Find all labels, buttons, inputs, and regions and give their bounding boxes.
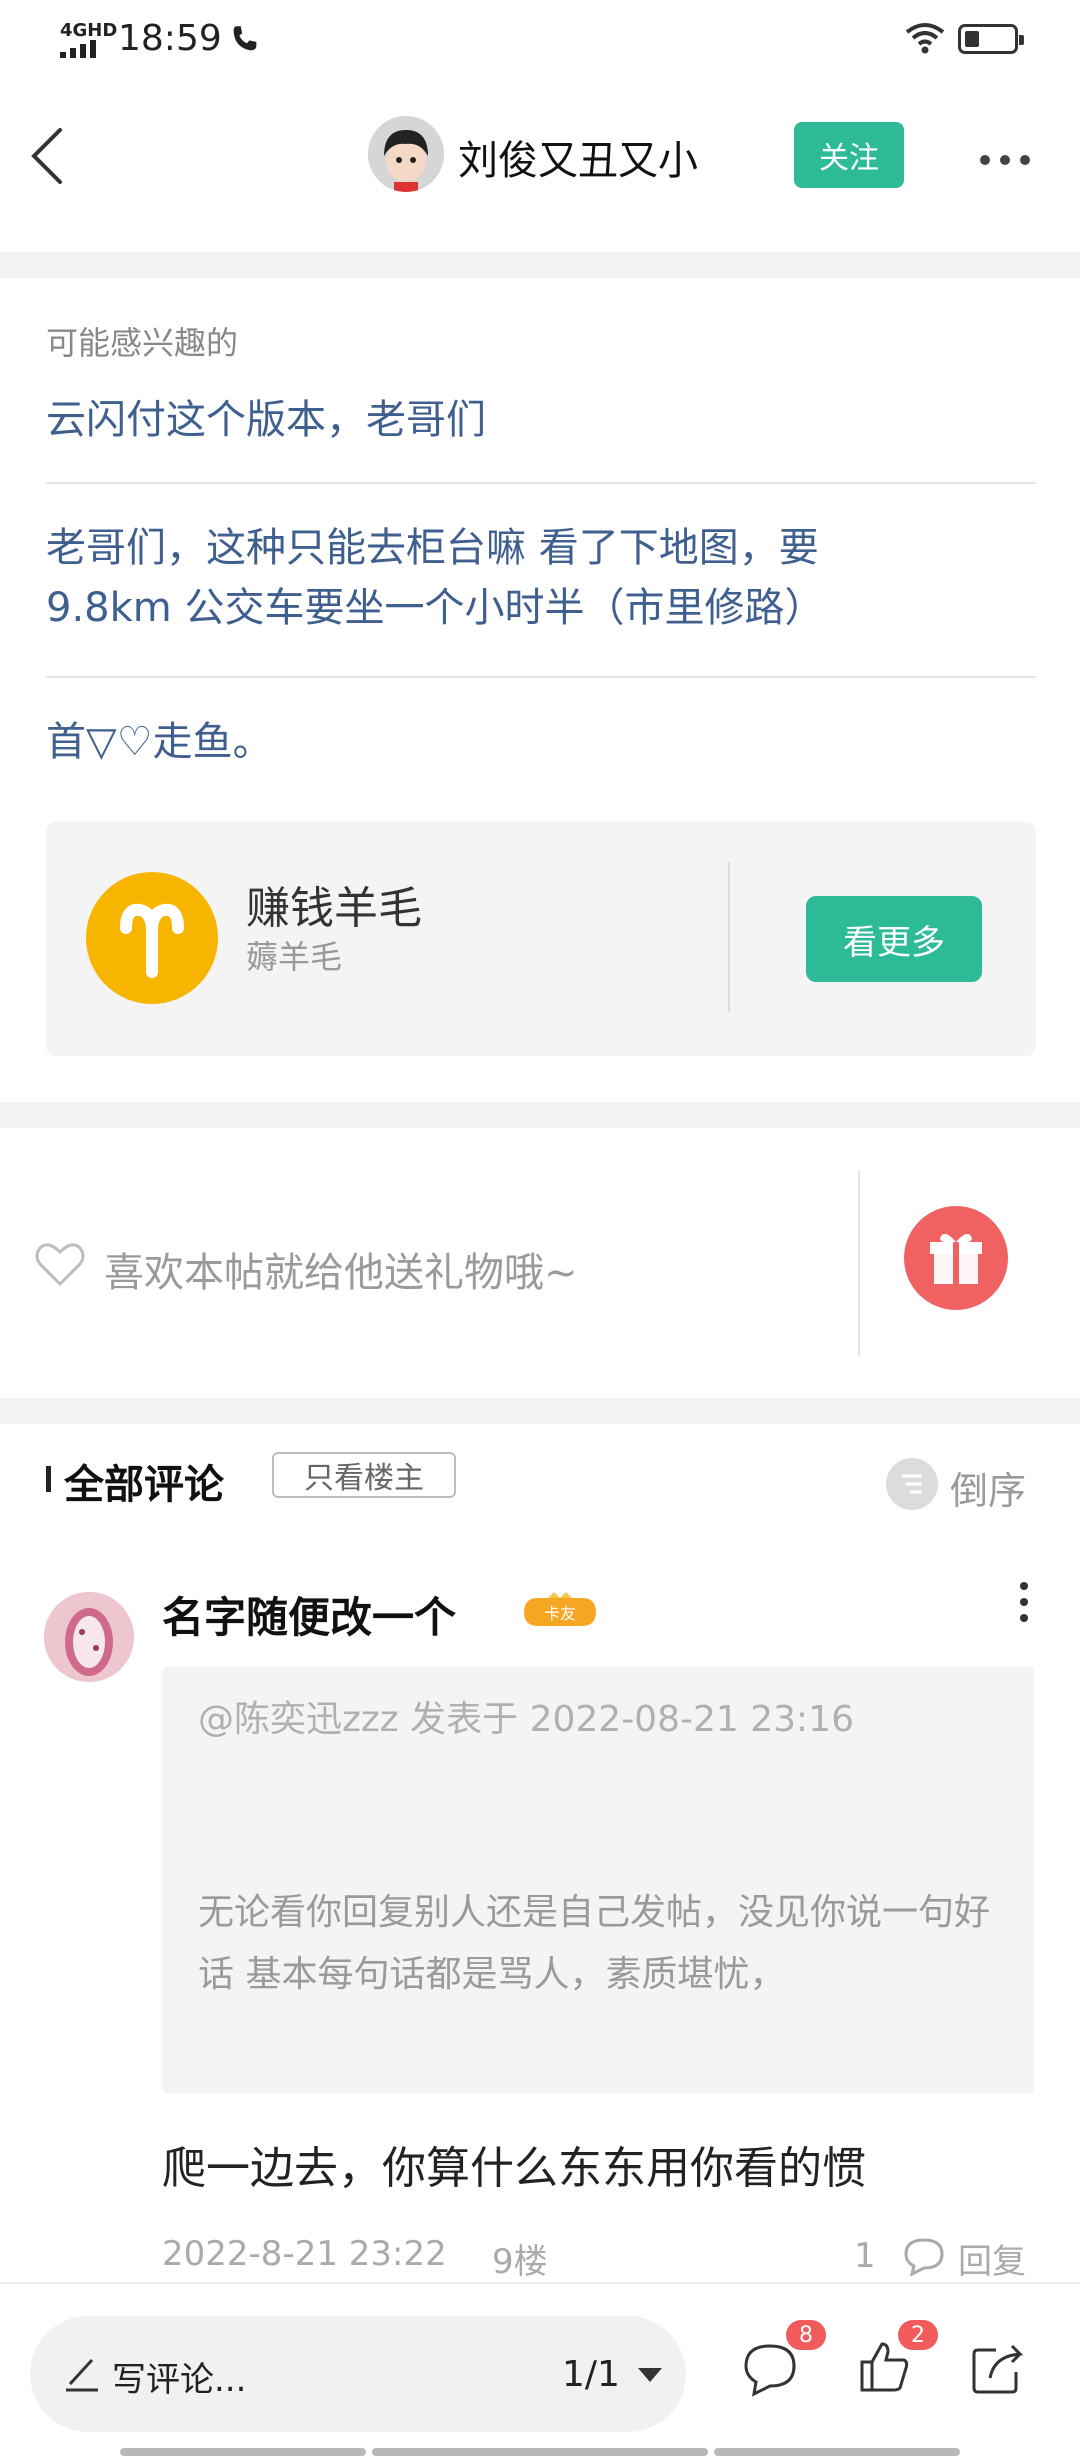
interest-section-title: 可能感兴趣的 (46, 324, 239, 362)
clock: 18:59 (118, 18, 222, 59)
gift-button[interactable] (904, 1206, 1008, 1310)
signal-icon (60, 40, 96, 58)
aries-icon (86, 872, 218, 1004)
bottom-bar: 写评论... 1/1 8 2 (0, 2282, 1080, 2462)
reply-icon[interactable] (902, 2236, 946, 2276)
quoted-comment: @陈奕迅zzz 发表于 2022-08-21 23:16 无论看你回复别人还是自… (162, 1666, 1034, 2094)
divider (728, 862, 730, 1012)
only-owner-filter[interactable]: 只看楼主 (272, 1452, 456, 1498)
svg-text:卡友: 卡友 (544, 1604, 576, 1623)
follow-button[interactable]: 关注 (794, 122, 904, 188)
topic-name: 赚钱羊毛 (246, 883, 422, 934)
status-bar: 4GHD 18:59 (0, 0, 1080, 80)
home-indicator (714, 2448, 960, 2456)
comment-count-badge: 8 (786, 2320, 826, 2350)
related-post-link[interactable]: 云闪付这个版本，老哥们 (46, 390, 1046, 450)
section-divider (0, 252, 1080, 278)
pen-icon (66, 2358, 98, 2392)
like-count-badge: 2 (898, 2320, 938, 2350)
topic-subtitle: 薅羊毛 (246, 938, 343, 976)
comments-title: 全部评论 (64, 1462, 224, 1508)
section-divider (0, 1102, 1080, 1128)
reply-button[interactable]: 回复 (958, 2234, 1026, 2283)
commenter-name[interactable]: 名字随便改一个 (162, 1584, 456, 1645)
divider (46, 482, 1036, 484)
back-arrow-icon[interactable] (22, 118, 82, 194)
write-comment-placeholder: 写评论... (112, 2360, 247, 2400)
home-indicator (120, 2448, 366, 2456)
gift-icon (930, 1233, 982, 1284)
caret-down-icon[interactable] (638, 2368, 662, 2382)
comment-reply-count: 1 (854, 2236, 876, 2276)
see-more-button[interactable]: 看更多 (806, 896, 982, 982)
quote-body: 无论看你回复别人还是自己发帖，没见你说一句好话 基本每句话都是骂人，素质堪忧， (198, 1892, 991, 1995)
section-marker (46, 1466, 51, 1492)
home-indicator (372, 2448, 708, 2456)
commenter-avatar[interactable] (44, 1592, 134, 1682)
battery-icon (958, 24, 1024, 54)
page-indicator[interactable]: 1/1 (562, 2354, 620, 2395)
section-divider (0, 1398, 1080, 1424)
divider (46, 676, 1036, 678)
author-name[interactable]: 刘俊又丑又小 (458, 128, 698, 186)
author-avatar[interactable] (368, 116, 444, 192)
user-badge: 卡友 (518, 1590, 602, 1634)
sort-icon[interactable] (886, 1458, 938, 1510)
more-options-icon[interactable] (980, 150, 1036, 165)
share-icon[interactable] (966, 2336, 1030, 2400)
heart-icon[interactable] (32, 1236, 88, 1292)
related-post-link[interactable]: 老哥们，这种只能去柜台嘛 看了下地图，要 9.8km 公交车要坐一个小时半（市里… (46, 518, 1046, 638)
gift-prompt: 喜欢本帖就给他送礼物哦~ (104, 1250, 578, 1296)
comment-text: 爬一边去，你算什么东东用你看的惯 (162, 2143, 866, 2194)
comment-more-icon[interactable] (1018, 1582, 1030, 1630)
write-comment-input[interactable]: 写评论... 1/1 (30, 2316, 686, 2432)
topic-card[interactable]: 赚钱羊毛 薅羊毛 看更多 (46, 822, 1036, 1056)
sort-order-label[interactable]: 倒序 (950, 1460, 1026, 1515)
quote-header: @陈奕迅zzz 发表于 2022-08-21 23:16 (198, 1699, 854, 1740)
comment-time: 2022-8-21 23:22 (162, 2234, 447, 2274)
divider (858, 1170, 860, 1356)
comment-floor: 9楼 (492, 2242, 548, 2282)
wifi-icon (905, 23, 945, 54)
related-post-link[interactable]: 首▽♡走鱼。 (46, 712, 1046, 772)
call-icon (233, 26, 257, 51)
